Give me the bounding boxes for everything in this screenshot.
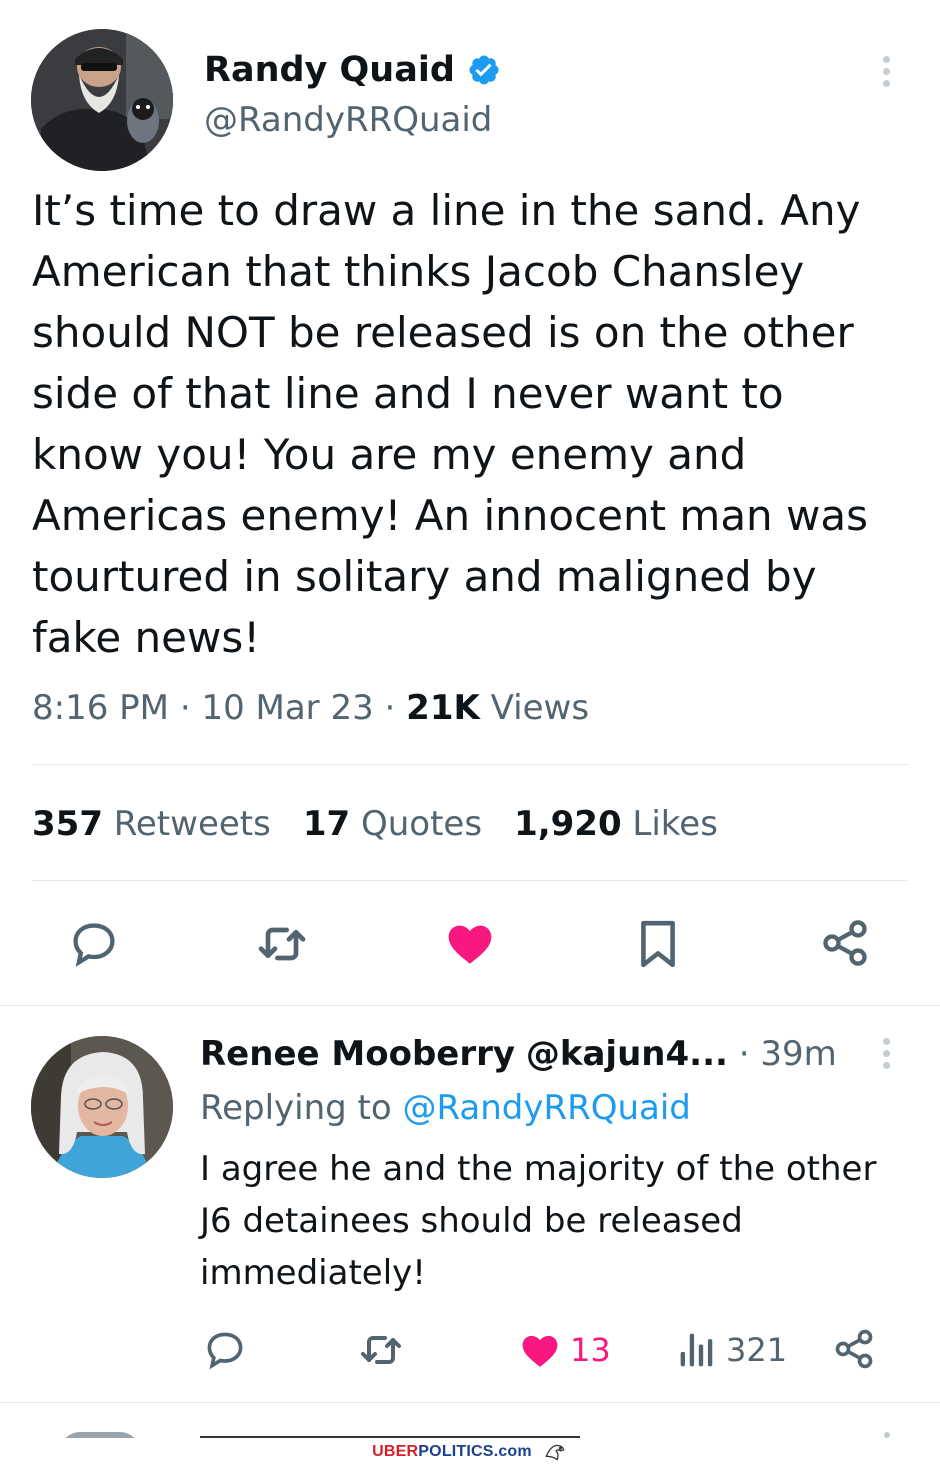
- views-chart-icon: [678, 1330, 716, 1370]
- reply-header: Renee Mooberry @kajun4... · 39m: [200, 1034, 837, 1074]
- likes-label: Likes: [632, 804, 718, 844]
- reply-reply-icon[interactable]: [202, 1327, 248, 1373]
- likes-count: 1,920: [514, 804, 622, 844]
- share-icon[interactable]: [817, 914, 873, 972]
- retweets-count: 357: [32, 804, 103, 844]
- reply-author-name[interactable]: Renee Mooberry: [200, 1034, 515, 1074]
- author-handle[interactable]: @RandyRRQuaid: [204, 100, 492, 140]
- reply-more-options-icon[interactable]: [883, 1038, 891, 1074]
- eagle-icon: [542, 1439, 568, 1465]
- divider: [0, 1005, 940, 1006]
- quotes-count: 17: [302, 804, 351, 844]
- bookmark-icon[interactable]: [630, 916, 686, 972]
- likes-stat[interactable]: 1,920 Likes: [514, 804, 718, 844]
- meta-separator: ·: [384, 688, 396, 728]
- author-avatar[interactable]: [31, 29, 173, 171]
- meta-separator: ·: [179, 688, 191, 728]
- author-name-row[interactable]: Randy Quaid: [204, 50, 501, 90]
- divider: [32, 764, 908, 765]
- more-options-icon[interactable]: [883, 56, 891, 92]
- divider: [0, 1402, 940, 1403]
- views-label: Views: [490, 688, 590, 728]
- reply-views-count: 321: [726, 1331, 788, 1369]
- logo-uber: UBER: [372, 1443, 419, 1460]
- quotes-label: Quotes: [360, 804, 483, 844]
- reply-text: I agree he and the majority of the other…: [200, 1149, 877, 1293]
- verified-badge-icon: [467, 53, 501, 87]
- reply-like-icon: [518, 1328, 562, 1372]
- reply-author-handle[interactable]: @kajun4...: [526, 1034, 728, 1074]
- retweet-icon[interactable]: [254, 916, 310, 972]
- tweet-text: It’s time to draw a line in the sand. An…: [32, 186, 869, 662]
- reply-author-avatar[interactable]: [31, 1036, 173, 1178]
- quotes-stat[interactable]: 17 Quotes: [303, 804, 482, 844]
- logo-politics: POLITICS: [418, 1443, 494, 1460]
- tweet-meta: 8:16 PM · 10 Mar 23 · 21K Views: [32, 688, 589, 728]
- tweet-time[interactable]: 8:16 PM: [32, 688, 169, 728]
- reply-retweet-icon[interactable]: [357, 1327, 405, 1373]
- views-count: 21K: [406, 688, 480, 728]
- reply-like-count: 13: [570, 1331, 611, 1369]
- author-name[interactable]: Randy Quaid: [204, 50, 455, 90]
- tweet-stats: 357 Retweets 17 Quotes 1,920 Likes: [32, 804, 718, 844]
- replying-to: Replying to @RandyRRQuaid: [200, 1088, 691, 1128]
- divider: [32, 880, 908, 881]
- logo-text: UBERPOLITICS.com: [372, 1443, 532, 1461]
- replying-to-label: Replying to: [200, 1088, 392, 1128]
- retweets-stat[interactable]: 357 Retweets: [32, 804, 271, 844]
- tweet-date[interactable]: 10 Mar 23: [201, 688, 373, 728]
- reply-like[interactable]: 13: [518, 1328, 611, 1372]
- reply-share-icon[interactable]: [830, 1325, 878, 1373]
- reply-time[interactable]: · 39m: [739, 1034, 837, 1074]
- replying-to-handle[interactable]: @RandyRRQuaid: [403, 1088, 691, 1128]
- logo-tld: .com: [493, 1443, 532, 1460]
- reply-icon[interactable]: [66, 916, 122, 972]
- like-icon[interactable]: [441, 914, 499, 972]
- reply-views[interactable]: 321: [678, 1330, 787, 1370]
- uberpolitics-logo: UBERPOLITICS.com: [0, 1438, 940, 1466]
- retweets-label: Retweets: [113, 804, 271, 844]
